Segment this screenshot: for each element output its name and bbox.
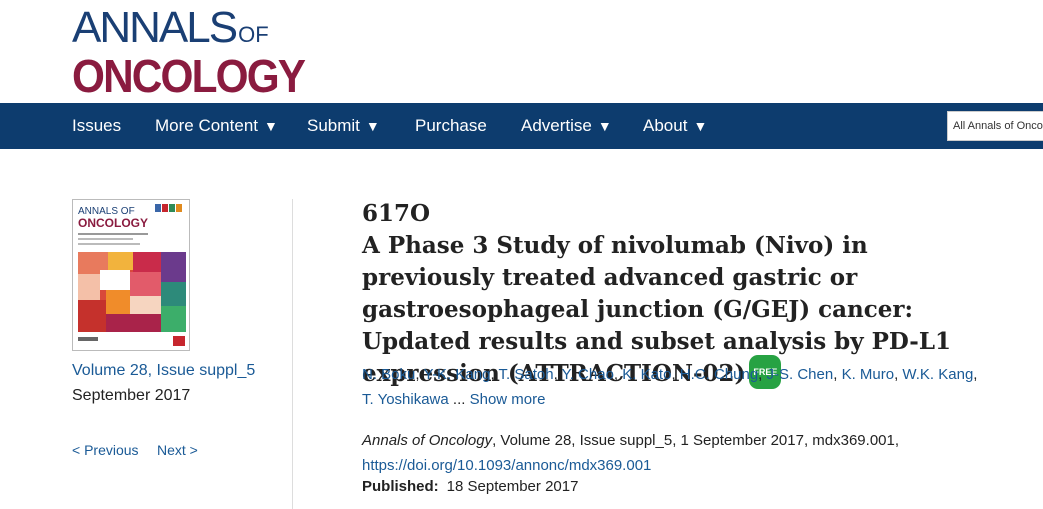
nav-advertise[interactable]: Advertise ▼ <box>521 103 612 149</box>
dropdown-caret-icon: ▼ <box>365 118 380 134</box>
author-link[interactable]: J-S. Chen <box>767 366 834 383</box>
author-link[interactable]: T. Yoshikawa <box>362 391 449 408</box>
author-link[interactable]: N. Boku <box>362 366 415 383</box>
doi-link[interactable]: https://doi.org/10.1093/annonc/mdx369.00… <box>362 457 651 474</box>
citation: Annals of Oncology, Volume 28, Issue sup… <box>362 428 1002 478</box>
author-link[interactable]: Y-K. Kang <box>423 366 490 383</box>
dropdown-caret-icon: ▼ <box>693 118 708 134</box>
search-scope-select[interactable]: All Annals of Onco <box>947 111 1043 141</box>
author-link[interactable]: K. Muro <box>842 366 895 383</box>
citation-details: , Volume 28, Issue suppl_5, 1 September … <box>492 432 900 449</box>
journal-name: Annals of Oncology <box>362 432 493 449</box>
issue-cover-image[interactable]: ANNALS OF ONCOLOGY <box>72 199 190 351</box>
dropdown-caret-icon: ▼ <box>597 118 612 134</box>
author-link[interactable]: W.K. Kang <box>902 366 973 383</box>
column-divider <box>292 199 293 509</box>
dropdown-caret-icon: ▼ <box>264 118 278 134</box>
author-link[interactable]: H.C. Chung <box>680 366 758 383</box>
next-article-link[interactable]: Next > <box>157 442 198 458</box>
article-number: 617O <box>362 200 431 227</box>
nav-about[interactable]: About ▼ <box>643 103 707 149</box>
cover-art: ANNALS OF ONCOLOGY <box>73 200 189 350</box>
published-label: Published: <box>362 478 439 495</box>
show-more-authors-link[interactable]: Show more <box>470 391 546 408</box>
nav-more-content[interactable]: More Content ▼ <box>155 103 278 149</box>
published-date: Published: 18 September 2017 <box>362 478 578 495</box>
logo-annals: ANNALSOF <box>72 3 269 52</box>
authors-ellipsis: ... <box>452 391 466 408</box>
nav-purchase[interactable]: Purchase <box>415 103 487 149</box>
main-nav: Issues More Content ▼ Submit ▼ Purchase Ad… <box>0 103 1043 149</box>
journal-logo[interactable]: ANNALSOF ONCOLOGY <box>72 3 324 102</box>
author-list: N. Boku, Y-K. Kang, T. Satoh, Y. Chao, K… <box>362 366 978 408</box>
nav-submit[interactable]: Submit ▼ <box>307 103 380 149</box>
logo-oncology: ONCOLOGY <box>72 50 306 102</box>
site-header: ANNALSOF ONCOLOGY <box>0 0 1043 103</box>
author-link[interactable]: K. Kato <box>622 366 671 383</box>
cover-title-line2: ONCOLOGY <box>78 216 148 230</box>
issue-date: September 2017 <box>72 387 191 404</box>
published-value: 18 September 2017 <box>446 478 579 495</box>
previous-article-link[interactable]: < Previous <box>72 442 139 458</box>
logo-of: OF <box>238 22 269 47</box>
author-link[interactable]: T. Satoh <box>499 366 554 383</box>
volume-issue-link[interactable]: Volume 28, Issue suppl_5 <box>72 362 255 380</box>
nav-issues[interactable]: Issues <box>72 103 121 149</box>
author-link[interactable]: Y. Chao <box>562 366 614 383</box>
